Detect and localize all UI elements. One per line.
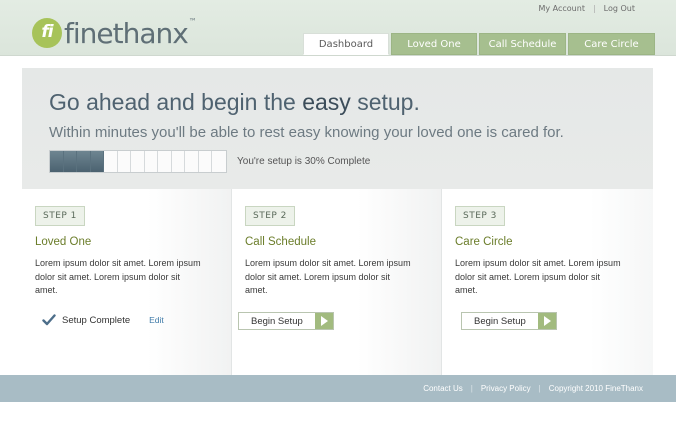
- begin-setup-button[interactable]: Begin Setup: [238, 312, 334, 330]
- my-account-link[interactable]: My Account: [530, 4, 592, 13]
- brand-name: finethanx: [64, 16, 189, 50]
- progress-text: You're setup is 30% Complete: [237, 156, 371, 167]
- step-badge: STEP 3: [455, 206, 505, 226]
- trademark: ™: [188, 16, 197, 26]
- progress-segment: [212, 151, 226, 172]
- footer-links: Contact Us | Privacy Policy | Copyright …: [415, 384, 643, 393]
- tab-loved-one[interactable]: Loved One: [391, 33, 477, 55]
- footer: Contact Us | Privacy Policy | Copyright …: [0, 375, 676, 402]
- privacy-policy-link[interactable]: Privacy Policy: [473, 384, 539, 393]
- main-tabs: Dashboard Loved One Call Schedule Care C…: [303, 33, 655, 55]
- step-description: Lorem ipsum dolor sit amet. Lorem ipsum …: [455, 258, 621, 295]
- progress-segment: [63, 151, 77, 172]
- tab-call-schedule[interactable]: Call Schedule: [479, 33, 566, 55]
- step-description: Lorem ipsum dolor sit amet. Lorem ipsum …: [35, 258, 201, 295]
- progress-segment: [171, 151, 185, 172]
- button-label: Begin Setup: [474, 315, 526, 327]
- step-title: Care Circle: [455, 236, 513, 248]
- setup-progress-bar: [49, 150, 227, 173]
- tab-dashboard[interactable]: Dashboard: [303, 33, 389, 55]
- title-suffix: setup.: [350, 89, 420, 115]
- progress-segment: [104, 151, 118, 172]
- begin-setup-button[interactable]: Begin Setup: [461, 312, 557, 330]
- progress-segment: [144, 151, 158, 172]
- check-icon: [42, 314, 56, 326]
- progress-segment: [117, 151, 131, 172]
- log-out-link[interactable]: Log Out: [596, 4, 643, 13]
- progress-segment: [50, 151, 64, 172]
- contact-us-link[interactable]: Contact Us: [415, 384, 471, 393]
- logo-mark-text: fi: [41, 22, 53, 42]
- step-title: Loved One: [35, 236, 92, 248]
- header: fi finethanx™ My Account | Log Out Dashb…: [0, 0, 676, 56]
- hero-banner: Go ahead and begin the easy setup. Withi…: [22, 68, 653, 189]
- copyright: Copyright 2010 FineThanx: [548, 384, 643, 393]
- status-text: Setup Complete: [62, 314, 131, 326]
- step-card-care-circle: STEP 3 Care Circle Lorem ipsum dolor sit…: [442, 189, 653, 375]
- title-emphasis: easy: [302, 89, 351, 115]
- steps: STEP 1 Loved One Lorem ipsum dolor sit a…: [22, 189, 653, 375]
- progress-segment: [90, 151, 104, 172]
- page-subtitle: Within minutes you'll be able to rest ea…: [49, 124, 564, 141]
- step-badge: STEP 1: [35, 206, 85, 226]
- step-card-loved-one: STEP 1 Loved One Lorem ipsum dolor sit a…: [22, 189, 232, 375]
- top-links: My Account | Log Out: [530, 4, 643, 13]
- button-label: Begin Setup: [251, 315, 303, 327]
- edit-link[interactable]: Edit: [149, 315, 164, 325]
- step-badge: STEP 2: [245, 206, 295, 226]
- step-description: Lorem ipsum dolor sit amet. Lorem ipsum …: [245, 258, 411, 295]
- step-title: Call Schedule: [245, 236, 316, 248]
- tab-care-circle[interactable]: Care Circle: [568, 33, 655, 55]
- progress-segment: [198, 151, 212, 172]
- progress-segment: [185, 151, 199, 172]
- progress-segment: [77, 151, 91, 172]
- logo-text: finethanx™: [64, 16, 197, 50]
- logo-mark: fi: [32, 18, 62, 48]
- step-card-call-schedule: STEP 2 Call Schedule Lorem ipsum dolor s…: [232, 189, 442, 375]
- logo[interactable]: fi finethanx™: [32, 16, 197, 50]
- arrow-right-icon: [314, 313, 333, 329]
- page-title: Go ahead and begin the easy setup.: [49, 89, 420, 116]
- setup-complete-status: Setup Complete Edit: [42, 313, 164, 327]
- progress-segment: [131, 151, 145, 172]
- progress-segment: [158, 151, 172, 172]
- title-prefix: Go ahead and begin the: [49, 89, 303, 115]
- arrow-right-icon: [537, 313, 556, 329]
